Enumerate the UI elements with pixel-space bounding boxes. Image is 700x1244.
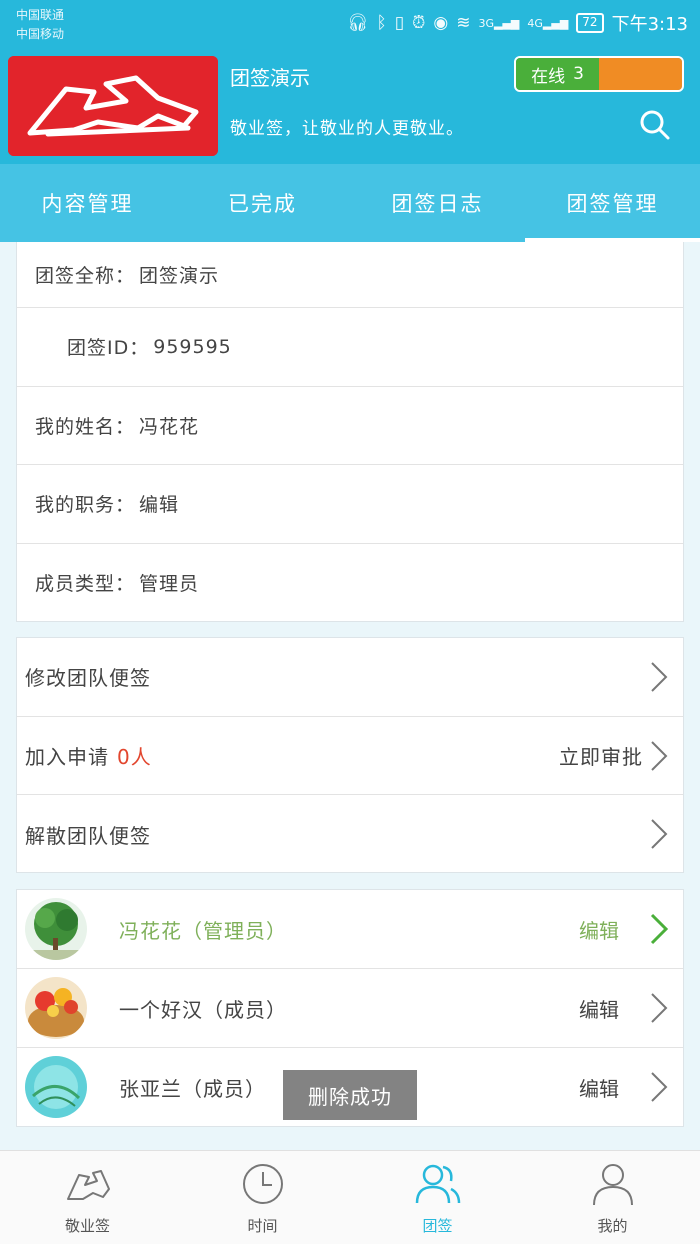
status-bar: 中国联通 中国移动 🎧︎ ᛒ ▯ ⏰︎ ◉ ≋ 3G▂▄▆ 4G▂▄▆ 72 下… [0, 0, 700, 50]
join-request-count: 0人 [117, 744, 152, 769]
nav-label: 团签 [422, 1217, 453, 1235]
network-4g-label: 4G [527, 16, 543, 30]
member-type-label: 成员类型： [35, 573, 136, 596]
status-badges: 在线 3 成员 3 [514, 56, 684, 92]
signal-4g-icon: 4G▂▄▆ [527, 16, 569, 30]
team-id-label: 团签ID： [67, 337, 150, 360]
full-name-value: 团签演示 [139, 265, 220, 287]
network-3g-label: 3G [478, 16, 494, 30]
battery-icon: 72 [576, 13, 604, 33]
my-role-label: 我的职务： [35, 494, 136, 517]
eye-icon: ◉ [433, 13, 449, 33]
user-icon [592, 1164, 633, 1206]
nav-time[interactable]: 时间 [175, 1151, 350, 1244]
nav-mine[interactable]: 我的 [525, 1151, 700, 1244]
clock: 下午3:13 [611, 14, 688, 35]
dissolve-team-row[interactable]: 解散团队便签 [17, 795, 683, 874]
alarm-icon: ⏰︎ [412, 13, 426, 33]
member-row[interactable]: 一个好汉（成员） 编辑 [17, 969, 683, 1048]
wifi-icon: ≋ [456, 13, 471, 33]
nav-team[interactable]: 团签 [350, 1151, 525, 1244]
my-name-label: 我的姓名： [35, 415, 136, 438]
tab-bar: 内容管理 已完成 团签日志 团签管理 [0, 164, 700, 242]
tab-content-management[interactable]: 内容管理 [0, 164, 175, 242]
app-logo-icon [66, 1170, 110, 1200]
my-role-row: 我的职务： 编辑 [17, 465, 683, 544]
my-name-row: 我的姓名： 冯花花 [17, 387, 683, 465]
carrier-2: 中国移动 [16, 27, 65, 41]
dissolve-team-label: 解散团队便签 [25, 823, 151, 848]
member-row[interactable]: 冯花花（管理员） 编辑 [17, 890, 683, 969]
chevron-right-icon [651, 1072, 668, 1102]
carriers: 中国联通 中国移动 [16, 6, 64, 44]
chevron-right-icon [651, 740, 668, 771]
team-info-card: 团签全称： 团签演示 团签ID： 959595 我的姓名： 冯花花 我的职务： … [16, 242, 684, 622]
member-name: 一个好汉（成员） [119, 997, 287, 1022]
chevron-right-icon [651, 662, 668, 692]
nav-label: 我的 [597, 1217, 628, 1235]
members-badge[interactable]: 成员 3 [599, 58, 682, 90]
nav-jingyeqian[interactable]: 敬业签 [0, 1151, 175, 1244]
edit-team-row[interactable]: 修改团队便签 [17, 638, 683, 717]
carrier-1: 中国联通 [16, 8, 65, 22]
join-request-label: 加入申请 [25, 744, 109, 769]
member-edit-button[interactable]: 编辑 [579, 994, 619, 1023]
team-id-row: 团签ID： 959595 [17, 308, 683, 387]
tab-team-log[interactable]: 团签日志 [350, 164, 525, 242]
member-name: 冯花花（管理员） [119, 918, 287, 943]
tab-team-management[interactable]: 团签管理 [525, 164, 700, 242]
status-icons: 🎧︎ ᛒ ▯ ⏰︎ ◉ ≋ 3G▂▄▆ 4G▂▄▆ 72 下午3:13 [347, 10, 688, 36]
bluetooth-icon: ᛒ [376, 13, 387, 33]
online-count: 3 [573, 64, 584, 84]
headset-icon: 🎧︎ [346, 13, 369, 33]
member-type-row: 成员类型： 管理员 [17, 544, 683, 623]
full-name-row: 团签全称： 团签演示 [17, 242, 683, 308]
signal-3g-icon: 3G▂▄▆ [478, 16, 520, 30]
team-slogan: 敬业签，让敬业的人更敬业。 [230, 119, 464, 139]
avatar [25, 1056, 87, 1118]
team-actions-card: 修改团队便签 加入申请 0人 立即审批 解散团队便签 [16, 637, 684, 873]
chevron-right-icon [651, 993, 668, 1023]
my-name-value: 冯花花 [139, 415, 200, 438]
full-name-label: 团签全称： [35, 265, 136, 287]
avatar [25, 898, 87, 960]
member-type-value: 管理员 [139, 573, 200, 596]
edit-team-label: 修改团队便签 [25, 666, 151, 691]
nav-label: 敬业签 [64, 1217, 110, 1235]
member-edit-button[interactable]: 编辑 [579, 1073, 619, 1102]
bottom-nav: 敬业签 时间 团签 我的 [0, 1150, 700, 1244]
join-request-row[interactable]: 加入申请 0人 立即审批 [17, 717, 683, 795]
search-icon[interactable] [638, 108, 672, 142]
online-label: 在线 [531, 66, 566, 87]
approve-now-button[interactable]: 立即审批 [559, 741, 643, 770]
online-badge[interactable]: 在线 3 [516, 58, 599, 90]
tab-completed[interactable]: 已完成 [175, 164, 350, 242]
nav-label: 时间 [247, 1217, 278, 1235]
team-logo [8, 56, 218, 156]
team-id-value: 959595 [153, 335, 232, 358]
member-name: 张亚兰（成员） [119, 1077, 266, 1101]
team-name: 团签演示 [230, 66, 310, 90]
chevron-right-icon [651, 819, 668, 849]
avatar [25, 977, 87, 1039]
clock-icon [242, 1164, 283, 1204]
member-edit-button[interactable]: 编辑 [579, 915, 619, 944]
team-header: 团签演示 敬业签，让敬业的人更敬业。 在线 3 成员 3 [0, 50, 700, 164]
my-role-value: 编辑 [139, 494, 180, 517]
team-icon [415, 1164, 460, 1204]
chevron-right-icon [650, 913, 669, 945]
toast-message: 删除成功 [283, 1070, 417, 1120]
vibrate-icon: ▯ [394, 13, 405, 33]
